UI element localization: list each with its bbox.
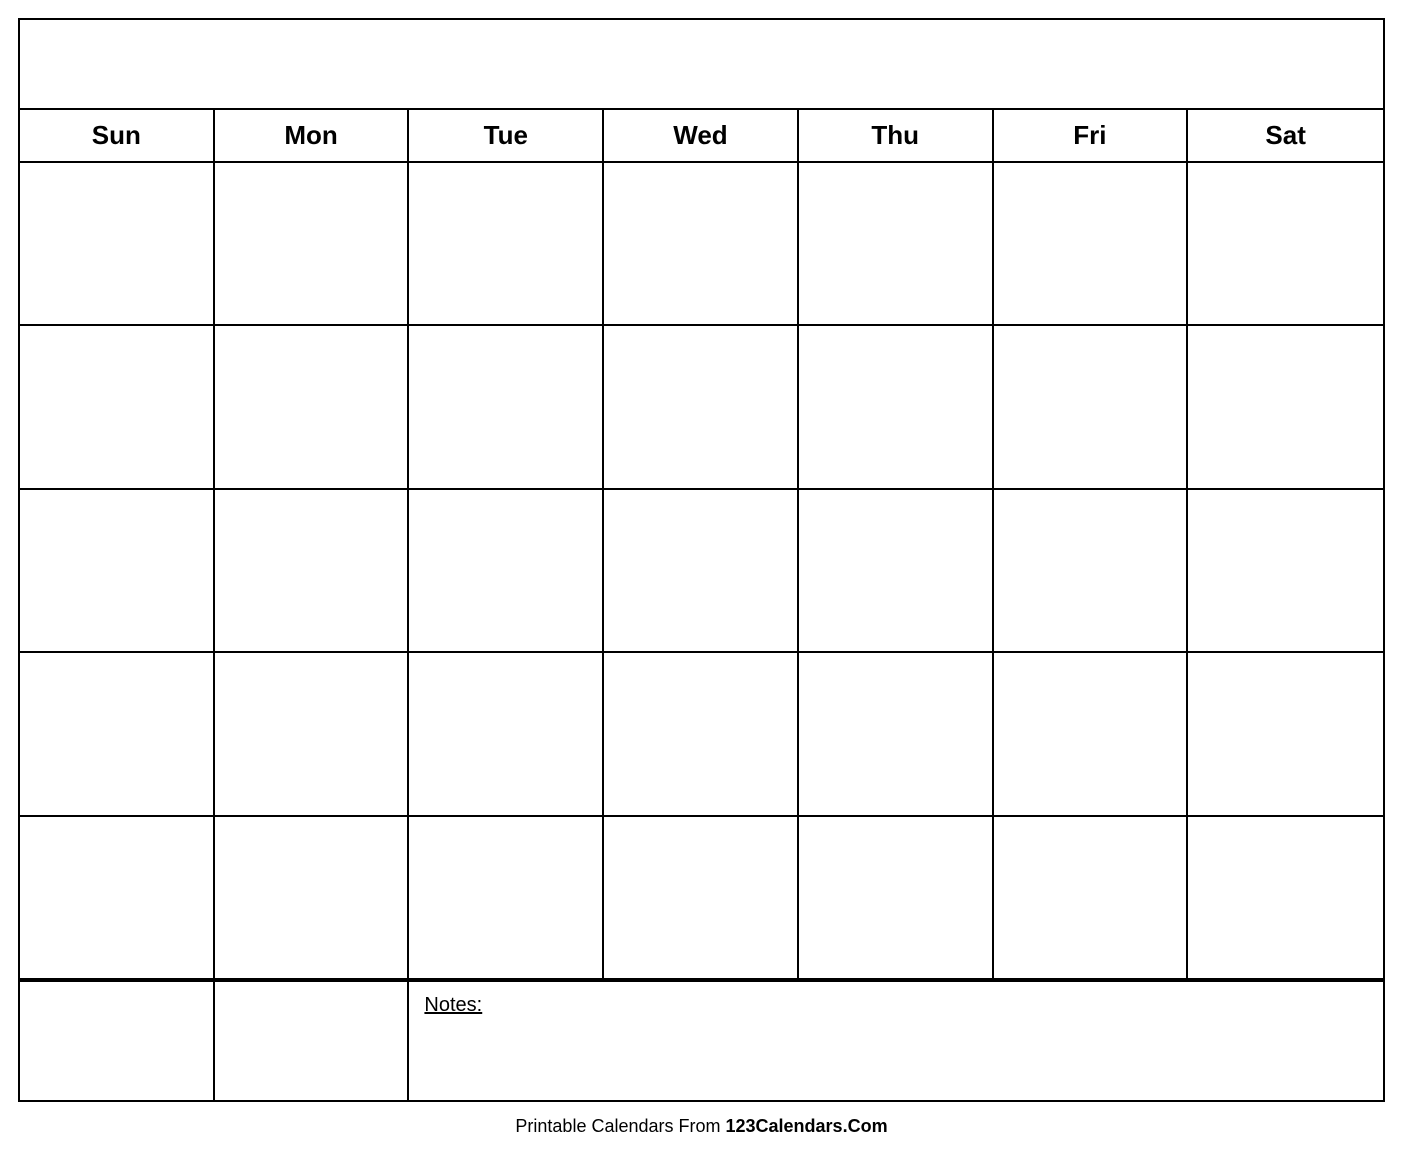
header-tue: Tue	[409, 110, 604, 161]
week4-tue	[409, 653, 604, 814]
week3-wed	[604, 490, 799, 651]
week5-sat	[1188, 817, 1383, 978]
week3-sun	[20, 490, 215, 651]
week3-mon	[215, 490, 410, 651]
header-fri: Fri	[994, 110, 1189, 161]
calendar-title-row	[20, 20, 1383, 110]
week4-fri	[994, 653, 1189, 814]
footer-brand: 123Calendars.Com	[726, 1116, 888, 1136]
calendar-container: Sun Mon Tue Wed Thu Fri Sat	[18, 18, 1385, 1102]
week3-fri	[994, 490, 1189, 651]
calendar-header-row: Sun Mon Tue Wed Thu Fri Sat	[20, 110, 1383, 163]
week-row-1	[20, 163, 1383, 326]
notes-row: Notes:	[20, 980, 1383, 1100]
footer-text: Printable Calendars From	[515, 1116, 725, 1136]
week4-sat	[1188, 653, 1383, 814]
week5-wed	[604, 817, 799, 978]
week3-tue	[409, 490, 604, 651]
week1-fri	[994, 163, 1189, 324]
week2-sat	[1188, 326, 1383, 487]
header-wed: Wed	[604, 110, 799, 161]
week-row-4	[20, 653, 1383, 816]
notes-content: Notes:	[409, 982, 1383, 1100]
notes-label: Notes:	[424, 994, 482, 1016]
week5-fri	[994, 817, 1189, 978]
week1-wed	[604, 163, 799, 324]
header-sat: Sat	[1188, 110, 1383, 161]
week5-mon	[215, 817, 410, 978]
week1-sat	[1188, 163, 1383, 324]
header-sun: Sun	[20, 110, 215, 161]
week2-thu	[799, 326, 994, 487]
week2-sun	[20, 326, 215, 487]
header-mon: Mon	[215, 110, 410, 161]
week4-mon	[215, 653, 410, 814]
notes-empty-mon	[215, 982, 410, 1100]
week-row-5	[20, 817, 1383, 980]
footer: Printable Calendars From 123Calendars.Co…	[515, 1110, 887, 1143]
week-row-3	[20, 490, 1383, 653]
week2-fri	[994, 326, 1189, 487]
week2-mon	[215, 326, 410, 487]
week5-sun	[20, 817, 215, 978]
week-row-2	[20, 326, 1383, 489]
week4-thu	[799, 653, 994, 814]
page-wrapper: Sun Mon Tue Wed Thu Fri Sat	[0, 0, 1403, 1153]
week1-thu	[799, 163, 994, 324]
week2-tue	[409, 326, 604, 487]
week5-tue	[409, 817, 604, 978]
week1-mon	[215, 163, 410, 324]
week4-wed	[604, 653, 799, 814]
header-thu: Thu	[799, 110, 994, 161]
week3-sat	[1188, 490, 1383, 651]
notes-empty-sun	[20, 982, 215, 1100]
week1-sun	[20, 163, 215, 324]
week1-tue	[409, 163, 604, 324]
week4-sun	[20, 653, 215, 814]
calendar-body: Notes:	[20, 163, 1383, 1100]
week2-wed	[604, 326, 799, 487]
week5-thu	[799, 817, 994, 978]
week3-thu	[799, 490, 994, 651]
